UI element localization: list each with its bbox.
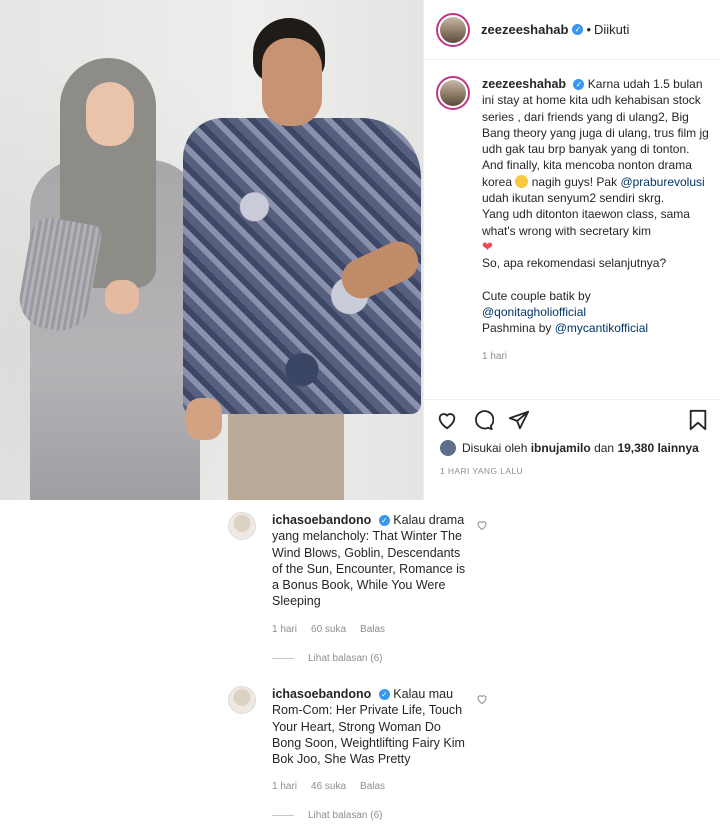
- caption-timestamp: 1 hari: [482, 350, 508, 362]
- bookmark-icon[interactable]: [687, 409, 709, 431]
- comment-username[interactable]: ichasoebandono: [272, 687, 371, 701]
- post-username[interactable]: zeezeeshahab: [481, 22, 568, 37]
- share-icon[interactable]: [508, 409, 530, 431]
- red-heart-emoji-icon: ❤: [482, 238, 493, 254]
- comment-item: ichasoebandono ✓ Kalau mau Rom-Com: Her …: [228, 686, 698, 821]
- verified-badge-icon: ✓: [378, 689, 390, 701]
- credit-label-2: Pashmina by: [482, 321, 552, 336]
- heart-icon[interactable]: [436, 409, 458, 431]
- post-caption: zeezeeshahab ✓ Karna udah 1.5 bulan ini …: [436, 76, 712, 365]
- woman-face: [86, 82, 134, 146]
- avatar[interactable]: [228, 512, 256, 540]
- mention-link[interactable]: @mycantikofficial: [555, 321, 648, 335]
- comment-time: 1 hari: [272, 781, 298, 793]
- likes-middle: dan: [594, 441, 615, 455]
- follow-status-button[interactable]: Diikuti: [594, 22, 629, 37]
- post-date: 1 HARI YANG LALU: [440, 466, 524, 476]
- man-face: [262, 38, 322, 126]
- view-replies-label: Lihat balasan (6): [308, 652, 383, 664]
- view-replies-label: Lihat balasan (6): [308, 810, 383, 822]
- mention-link[interactable]: @praburevolusi: [620, 175, 704, 189]
- comment-meta: 1 hari 46 suka Balas: [272, 781, 698, 792]
- caption-paragraph-3: Yang udh ditonton itaewon class, sama wh…: [482, 207, 690, 238]
- likes-count[interactable]: 19,380 lainnya: [617, 441, 698, 455]
- caption-username[interactable]: zeezeeshahab: [482, 77, 566, 91]
- post-photo[interactable]: [0, 0, 423, 500]
- comment-time: 1 hari: [272, 623, 298, 635]
- caption-paragraph-2c: udah ikutan senyum2 sendiri skrg.: [482, 191, 665, 206]
- action-bar: [424, 399, 720, 439]
- woman-hands: [105, 280, 139, 314]
- caption-paragraph-2b: nagih guys! Pak: [531, 174, 618, 189]
- post-header: zeezeeshahab ✓ • Diikuti: [424, 0, 720, 60]
- heart-icon[interactable]: [476, 692, 488, 710]
- man-pants: [228, 404, 344, 500]
- heart-icon[interactable]: [476, 518, 488, 536]
- post-panel: zeezeeshahab ✓ • Diikuti zeezeeshahab ✓ …: [423, 0, 720, 500]
- caption-avatar[interactable]: [436, 76, 470, 110]
- reply-button[interactable]: Balas: [360, 624, 385, 635]
- avatar[interactable]: [228, 686, 256, 714]
- comment-item: ichasoebandono ✓ Kalau drama yang melanc…: [228, 512, 698, 664]
- verified-badge-icon: ✓: [378, 515, 390, 527]
- view-replies-button[interactable]: Lihat balasan (6): [272, 810, 698, 821]
- comment-username[interactable]: ichasoebandono: [272, 513, 371, 527]
- comment-icon[interactable]: [472, 409, 494, 431]
- liker-avatar[interactable]: [440, 440, 456, 456]
- comment-text: Kalau drama yang melancholy: That Winter…: [272, 513, 466, 609]
- likes-summary: Disukai oleh ibnujamilo dan 19,380 lainn…: [440, 440, 699, 456]
- reply-button[interactable]: Balas: [360, 781, 385, 792]
- caption-paragraph-4: So, apa rekomendasi selanjutnya?: [482, 256, 667, 271]
- mention-link[interactable]: @qonitagholiofficial: [482, 305, 586, 319]
- view-replies-button[interactable]: Lihat balasan (6): [272, 653, 698, 664]
- avatar[interactable]: [436, 12, 470, 47]
- verified-badge-icon: ✓: [572, 24, 584, 35]
- separator-dot: •: [586, 22, 591, 37]
- likes-prefix: Disukai oleh: [462, 441, 528, 455]
- comment-meta: 1 hari 60 suka Balas: [272, 624, 698, 635]
- verified-badge-icon: ✓: [573, 79, 585, 91]
- liker-username[interactable]: ibnujamilo: [531, 441, 591, 455]
- comment-likes[interactable]: 60 suka: [311, 624, 346, 635]
- comment-likes[interactable]: 46 suka: [311, 781, 346, 792]
- holding-hands: [186, 398, 222, 440]
- credit-label-1: Cute couple batik by: [482, 288, 591, 303]
- smiling-emoji-icon: [515, 174, 529, 188]
